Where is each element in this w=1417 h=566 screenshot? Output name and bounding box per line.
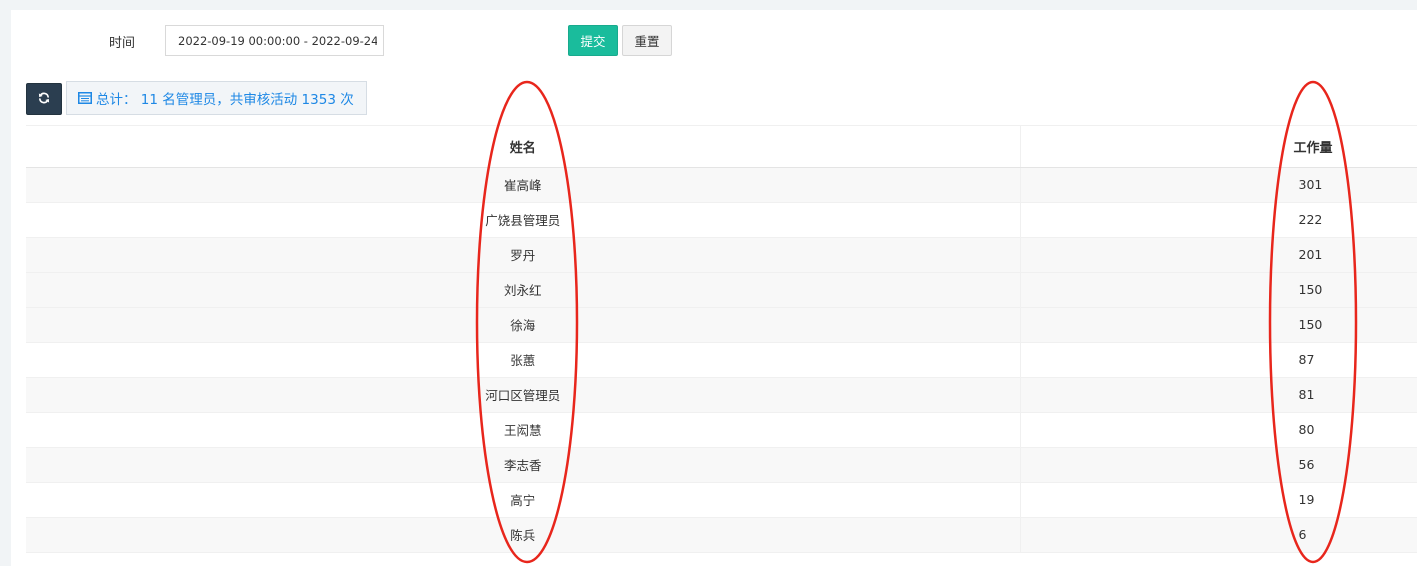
cell-workload: 6: [1020, 517, 1417, 553]
summary-box: 总计： 11 名管理员，共审核活动 1353 次: [66, 81, 367, 115]
cell-workload: 87: [1020, 342, 1417, 378]
cell-workload: 201: [1020, 237, 1417, 273]
reset-button[interactable]: 重置: [622, 25, 672, 56]
cell-name: 徐海: [26, 307, 1021, 343]
workload-table: 姓名 工作量 崔高峰 301 广饶县管理员 222 罗丹 201 刘永红 150…: [26, 125, 1417, 553]
cell-name: 张蕙: [26, 342, 1021, 378]
table-row: 罗丹 201: [26, 237, 1417, 273]
table-row: 广饶县管理员 222: [26, 202, 1417, 238]
cell-workload: 81: [1020, 377, 1417, 413]
table-row: 李志香 56: [26, 447, 1417, 483]
cell-name: 河口区管理员: [26, 377, 1021, 413]
cell-name: 刘永红: [26, 272, 1021, 308]
submit-button[interactable]: 提交: [568, 25, 618, 56]
cell-name: 广饶县管理员: [26, 202, 1021, 238]
time-label: 时间: [109, 36, 136, 51]
date-range-input[interactable]: [165, 25, 384, 56]
table-row: 刘永红 150: [26, 272, 1417, 308]
table-row: 陈兵 6: [26, 517, 1417, 553]
cell-workload: 150: [1020, 272, 1417, 308]
cell-workload: 56: [1020, 447, 1417, 483]
cell-name: 崔高峰: [26, 167, 1021, 203]
table-row: 崔高峰 301: [26, 167, 1417, 203]
table-row: 高宁 19: [26, 482, 1417, 518]
cell-workload: 222: [1020, 202, 1417, 238]
cell-name: 王闳慧: [26, 412, 1021, 448]
table-header-row: 姓名 工作量: [26, 126, 1417, 168]
table-row: 张蕙 87: [26, 342, 1417, 378]
column-header-workload[interactable]: 工作量: [1020, 126, 1417, 168]
cell-name: 罗丹: [26, 237, 1021, 273]
summary-text: 总计： 11 名管理员，共审核活动 1353 次: [96, 92, 354, 108]
refresh-icon: [38, 92, 50, 107]
table-row: 徐海 150: [26, 307, 1417, 343]
main-panel: 时间 提交 重置 总计： 11 名管理员，共审核活动 1353 次: [11, 10, 1417, 566]
cell-name: 陈兵: [26, 517, 1021, 553]
cell-workload: 150: [1020, 307, 1417, 343]
refresh-button[interactable]: [26, 83, 62, 115]
cell-workload: 80: [1020, 412, 1417, 448]
table-row: 河口区管理员 81: [26, 377, 1417, 413]
cell-workload: 301: [1020, 167, 1417, 203]
cell-name: 高宁: [26, 482, 1021, 518]
cell-name: 李志香: [26, 447, 1021, 483]
table-row: 王闳慧 80: [26, 412, 1417, 448]
cell-workload: 19: [1020, 482, 1417, 518]
table-icon: [78, 92, 92, 104]
column-header-name[interactable]: 姓名: [26, 126, 1021, 168]
